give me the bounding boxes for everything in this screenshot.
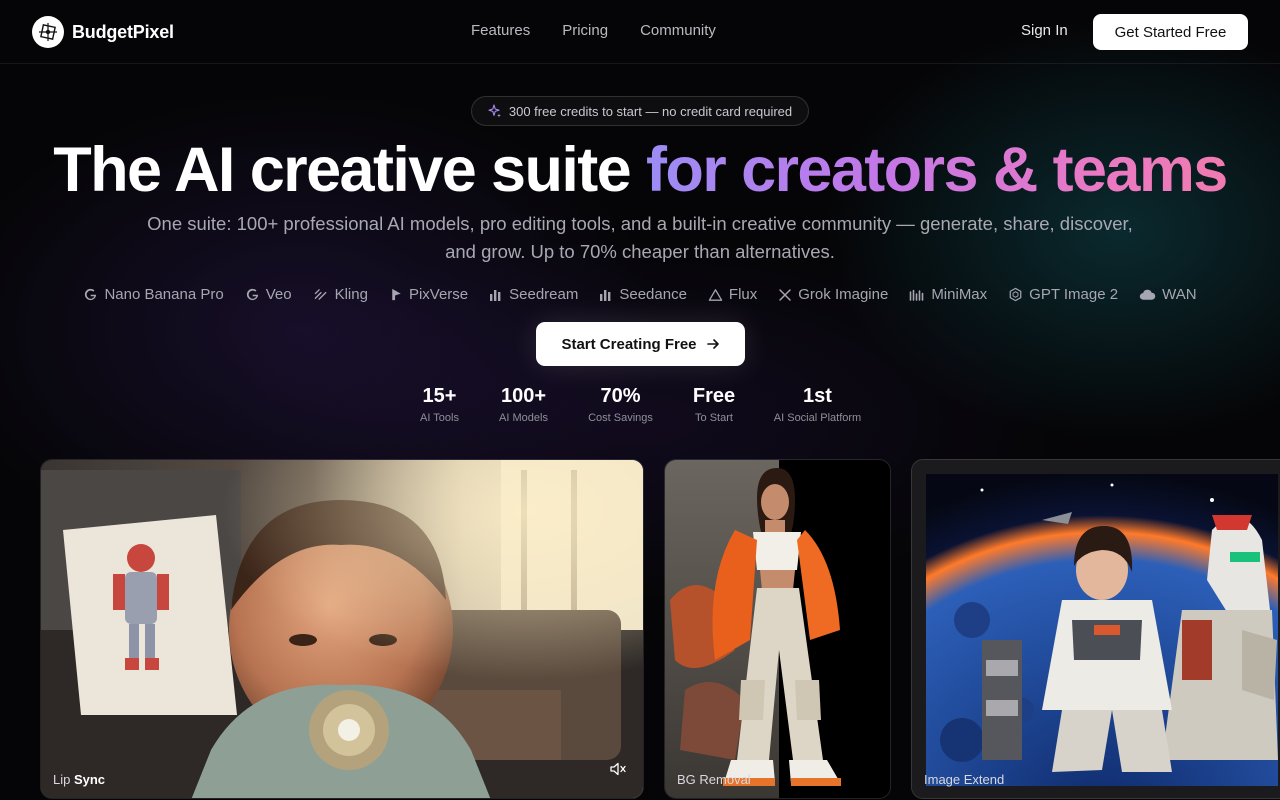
fashion-illustration [665,460,890,798]
nav-links: Features Pricing Community [471,22,716,39]
hero-subtitle: One suite: 100+ professional AI models, … [147,213,1133,262]
model-item: Grok Imagine [778,286,888,303]
model-item: PixVerse [389,286,468,303]
card-label-prefix: BG Removal [677,772,751,787]
model-list: Nano Banana Pro Veo Kling PixVerse Seedr… [0,286,1280,303]
model-label: Nano Banana Pro [104,286,224,303]
model-item: Flux [708,286,757,303]
start-creating-label: Start Creating Free [561,335,697,353]
stat-label: AI Tools [420,412,459,424]
hero-headline: The AI creative suite for creators & tea… [0,134,1280,206]
card-label-bold: Sync [73,772,106,787]
stat-label: AI Social Platform [773,412,862,424]
brand-name: BudgetPixel [72,21,174,42]
stat-item: Free To Start [686,384,743,424]
free-credits-badge: 300 free credits to start — no credit ca… [471,96,809,126]
showcase-card-lip-sync[interactable]: Lip Sync [40,459,644,799]
model-item: GPT Image 2 [1008,286,1118,303]
google-icon [246,288,258,301]
bars-icon [600,289,611,301]
stat-item: 15+ AI Tools [388,384,492,424]
model-label: PixVerse [408,286,469,303]
showcase-card-bg-removal[interactable]: BG Removal [664,459,891,799]
model-item: WAN [1139,286,1197,303]
stat-label: AI Models [499,412,548,424]
model-label: Flux [728,286,758,303]
headline-plain: The AI creative suite [53,135,646,205]
stat-value: 15+ [422,385,457,407]
x-icon [779,288,792,301]
card-label-prefix: Lip [53,772,74,787]
space-illustration [912,460,1280,798]
google-icon [85,288,97,301]
baby-illustration [41,460,643,798]
stats-row: 15+ AI Tools 100+ AI Models 70% Cost Sav… [0,384,1280,424]
hexagon-icon [1009,287,1022,302]
nav-link-community[interactable]: Community [640,22,716,39]
get-started-button[interactable]: Get Started Free [1093,14,1248,50]
model-label: Seedream [509,286,579,303]
pixverse-icon [392,288,401,301]
sign-in-link[interactable]: Sign In [1021,22,1068,39]
speaker-mute-icon [610,762,626,776]
triangle-icon [708,288,723,301]
nav-link-features[interactable]: Features [471,22,530,39]
stat-value: 100+ [500,385,547,407]
model-item: Seedance [599,286,687,303]
model-label: WAN [1162,286,1197,303]
model-item: Veo [245,286,292,303]
model-label: Kling [334,286,368,303]
sparkle-icon [488,104,501,118]
badge-text: 300 free credits to start — no credit ca… [508,103,793,119]
bars-icon [490,289,501,301]
stat-value: 1st [803,385,832,407]
nav-link-pricing[interactable]: Pricing [562,22,608,39]
minimax-icon [910,289,924,301]
arrow-right-icon [706,339,719,349]
model-label: Grok Imagine [798,286,889,303]
model-label: MiniMax [931,286,988,303]
stat-value: 70% [600,385,641,407]
model-item: MiniMax [909,286,987,303]
model-label: GPT Image 2 [1029,286,1119,303]
headline-gradient: for creators & teams [645,135,1228,205]
card-label: Lip Sync [53,772,105,787]
card-label: Image Extend [924,772,1004,787]
model-item: Kling [313,286,368,303]
kling-icon [314,289,326,300]
brand-logo[interactable]: BudgetPixel [32,16,174,48]
card-label-prefix: Image Extend [924,772,1005,787]
top-nav: BudgetPixel Features Pricing Community S… [0,0,1280,64]
stat-item: 100+ AI Models [492,384,556,424]
logo-icon [32,16,64,48]
card-label: BG Removal [677,772,751,787]
model-item: Nano Banana Pro [83,286,224,303]
showcase-card-image-extend[interactable]: Image Extend [911,459,1280,799]
stat-label: To Start [695,412,733,424]
start-creating-button[interactable]: Start Creating Free [536,322,745,366]
stat-value: Free [692,385,736,407]
model-label: Seedance [619,286,687,303]
model-item: Seedream [489,286,578,303]
stat-item: 1st AI Social Platform [743,384,893,424]
stat-label: Cost Savings [588,412,653,424]
stat-item: 70% Cost Savings [556,384,686,424]
cloud-icon [1139,289,1156,300]
model-label: Veo [265,286,292,303]
mute-button[interactable] [605,756,631,782]
